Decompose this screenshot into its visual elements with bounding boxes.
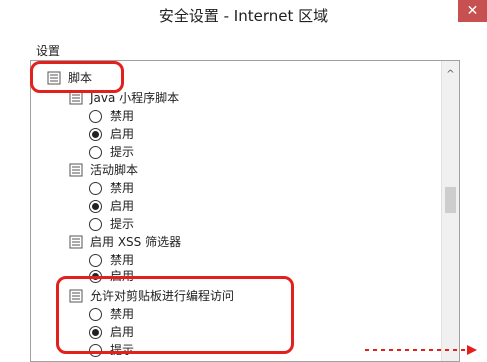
radio-option[interactable]: 启用 [89, 267, 134, 285]
settings-icon [69, 163, 84, 178]
radio-option[interactable]: 禁用 [89, 305, 134, 323]
setting-title: 活动脚本 [90, 163, 139, 177]
radio-option[interactable]: 禁用 [89, 107, 134, 125]
radio-option[interactable]: 提示 [89, 215, 134, 233]
settings-label: 设置 [36, 44, 61, 58]
window-title: 安全设置 - Internet 区域 [158, 7, 329, 25]
setting-title: Java 小程序脚本 [90, 91, 180, 105]
radio-label: 禁用 [110, 181, 135, 195]
radio-option[interactable]: 提示 [89, 143, 134, 161]
radio-button[interactable] [89, 254, 102, 267]
radio-label: 禁用 [110, 109, 135, 123]
radio-button[interactable] [89, 308, 102, 321]
category-label: 脚本 [68, 71, 93, 85]
radio-option[interactable]: 禁用 [89, 179, 134, 197]
category-scripts[interactable]: 脚本 [47, 69, 92, 87]
settings-icon [69, 91, 84, 106]
scroll-thumb[interactable] [445, 187, 456, 213]
radio-label: 提示 [110, 145, 135, 159]
vertical-scrollbar[interactable]: ^ [441, 61, 459, 361]
radio-label: 禁用 [110, 307, 135, 321]
radio-button[interactable] [89, 218, 102, 231]
settings-icon [69, 289, 84, 304]
setting-title: 启用 XSS 筛选器 [90, 235, 182, 249]
radio-button[interactable] [89, 110, 102, 123]
scroll-up-button[interactable]: ^ [442, 67, 459, 83]
close-button[interactable]: ✕ [458, 0, 487, 22]
radio-option[interactable]: 提示 [89, 341, 134, 359]
radio-option[interactable]: 启用 [89, 197, 134, 215]
radio-label: 提示 [110, 217, 135, 231]
arrow-icon [365, 345, 477, 355]
radio-option[interactable]: 启用 [89, 323, 134, 341]
settings-icon [69, 235, 84, 250]
settings-icon [47, 71, 62, 86]
setting-title: 允许对剪贴板进行编程访问 [90, 289, 235, 303]
radio-button[interactable] [89, 182, 102, 195]
radio-button[interactable] [89, 344, 102, 357]
setting-xss-filter[interactable]: 启用 XSS 筛选器 [69, 233, 181, 251]
radio-option[interactable]: 启用 [89, 125, 134, 143]
radio-button[interactable] [89, 128, 102, 141]
radio-label: 启用 [110, 127, 135, 141]
radio-label: 启用 [110, 269, 135, 283]
title-bar: 安全设置 - Internet 区域 ✕ [0, 0, 487, 32]
settings-tree[interactable]: ^ 脚本 Java 小程序脚本 禁用 启用 提示 活动脚本 禁用 启用 提示 启… [30, 60, 460, 362]
radio-label: 启用 [110, 325, 135, 339]
radio-label: 禁用 [110, 253, 135, 267]
radio-button[interactable] [89, 326, 102, 339]
setting-java-applet-scripting[interactable]: Java 小程序脚本 [69, 89, 179, 107]
radio-label: 启用 [110, 199, 135, 213]
radio-button[interactable] [89, 270, 102, 283]
radio-button[interactable] [89, 146, 102, 159]
setting-clipboard-access[interactable]: 允许对剪贴板进行编程访问 [69, 287, 234, 305]
radio-button[interactable] [89, 200, 102, 213]
setting-active-scripting[interactable]: 活动脚本 [69, 161, 138, 179]
